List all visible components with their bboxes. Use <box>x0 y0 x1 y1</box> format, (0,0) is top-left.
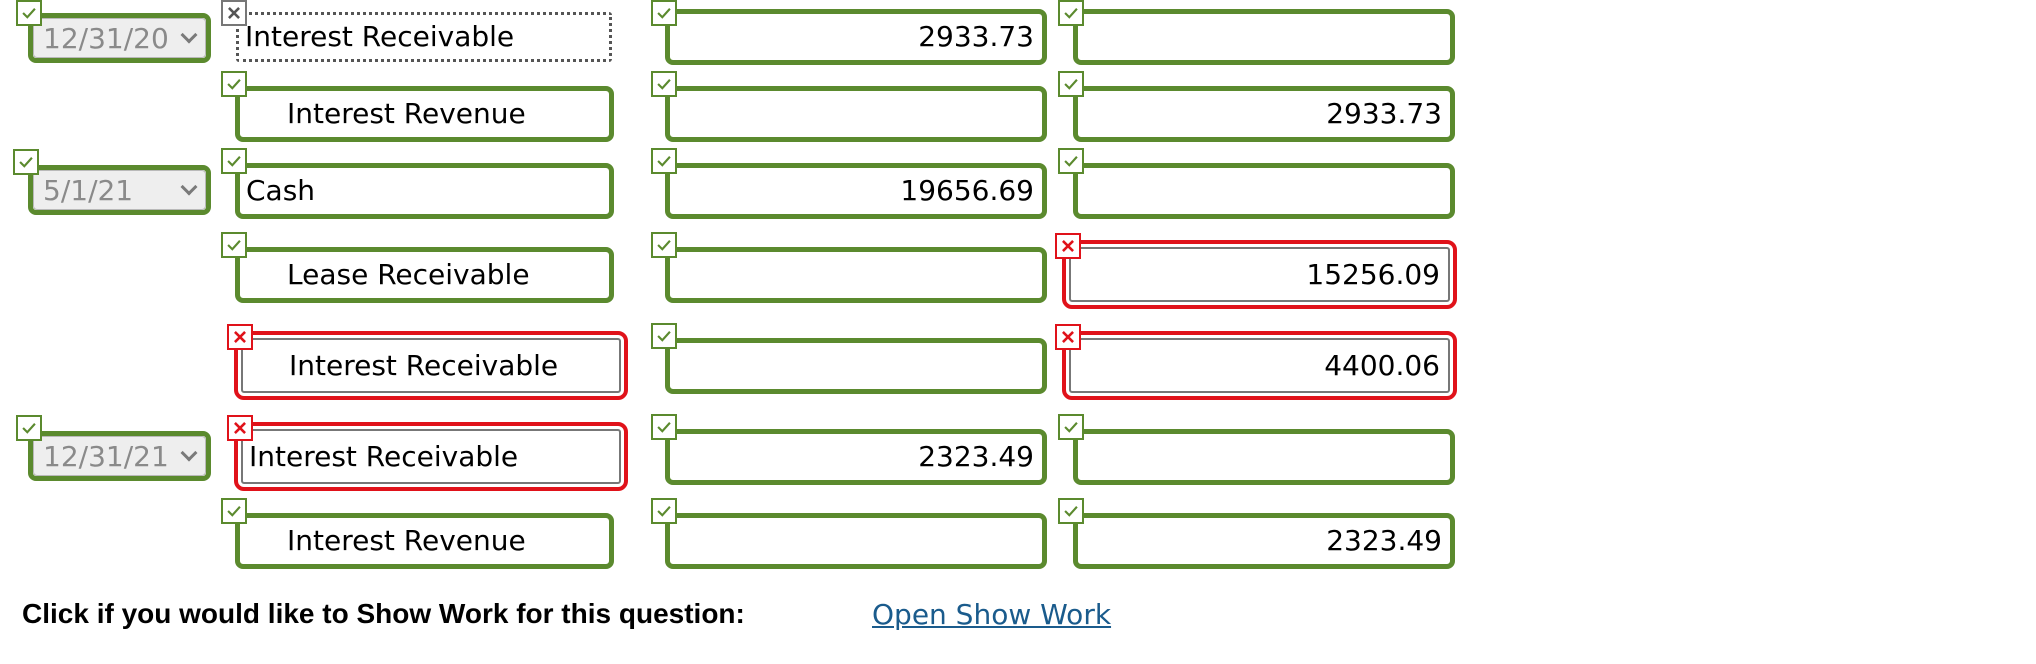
account-input[interactable]: Interest Receivable <box>234 422 628 491</box>
check-icon <box>651 414 677 440</box>
check-icon <box>221 232 247 258</box>
check-icon <box>221 148 247 174</box>
x-icon <box>227 324 253 350</box>
open-show-work-link[interactable]: Open Show Work <box>872 598 1111 631</box>
credit-input[interactable] <box>1073 163 1455 219</box>
check-icon <box>1058 71 1084 97</box>
date-value: 5/1/21 <box>43 173 134 207</box>
account-value: Lease Receivable <box>287 258 530 291</box>
credit-value: 2323.49 <box>1326 524 1442 557</box>
account-input[interactable]: Interest Receivable <box>236 12 612 62</box>
check-icon <box>1058 0 1084 26</box>
account-input[interactable]: Lease Receivable <box>235 247 614 303</box>
credit-input[interactable] <box>1073 9 1455 65</box>
account-value: Interest Receivable <box>289 348 559 382</box>
check-icon <box>13 149 39 175</box>
account-value: Interest Revenue <box>287 97 526 130</box>
x-icon <box>227 415 253 441</box>
credit-value: 15256.09 <box>1306 257 1440 291</box>
check-icon <box>651 498 677 524</box>
account-input[interactable]: Cash <box>235 163 614 219</box>
credit-value: 2933.73 <box>1326 97 1442 130</box>
x-icon <box>1055 233 1081 259</box>
debit-input[interactable] <box>665 513 1047 569</box>
debit-value: 2933.73 <box>918 20 1034 53</box>
check-icon <box>651 71 677 97</box>
account-input[interactable]: Interest Revenue <box>235 86 614 142</box>
credit-input[interactable]: 2933.73 <box>1073 86 1455 142</box>
credit-input[interactable]: 4400.06 <box>1062 331 1457 400</box>
debit-input[interactable]: 2323.49 <box>665 429 1047 485</box>
credit-input[interactable]: 15256.09 <box>1062 240 1457 309</box>
account-value: Interest Receivable <box>245 20 515 53</box>
chevron-down-icon <box>180 444 198 462</box>
date-value: 12/31/21 <box>43 439 169 473</box>
check-icon <box>16 0 42 26</box>
x-icon <box>1055 324 1081 350</box>
debit-input[interactable]: 19656.69 <box>665 163 1047 219</box>
date-select[interactable]: 5/1/21 <box>28 165 211 215</box>
debit-input[interactable] <box>665 86 1047 142</box>
date-value: 12/31/20 <box>43 21 169 55</box>
debit-input[interactable] <box>665 247 1047 303</box>
chevron-down-icon <box>180 178 198 196</box>
check-icon <box>221 71 247 97</box>
account-value: Interest Revenue <box>287 524 526 557</box>
show-work-prompt: Click if you would like to Show Work for… <box>22 598 745 629</box>
check-icon <box>1058 148 1084 174</box>
check-icon <box>1058 498 1084 524</box>
account-input[interactable]: Interest Revenue <box>235 513 614 569</box>
check-icon <box>651 148 677 174</box>
check-icon <box>651 323 677 349</box>
chevron-down-icon <box>180 26 198 44</box>
account-value: Interest Receivable <box>249 439 519 473</box>
x-icon <box>221 0 247 26</box>
credit-input[interactable]: 2323.49 <box>1073 513 1455 569</box>
check-icon <box>651 0 677 26</box>
account-value: Cash <box>246 174 316 207</box>
date-select[interactable]: 12/31/20 <box>28 13 211 63</box>
debit-value: 2323.49 <box>918 440 1034 473</box>
check-icon <box>1058 414 1084 440</box>
check-icon <box>651 232 677 258</box>
check-icon <box>221 498 247 524</box>
credit-input[interactable] <box>1073 429 1455 485</box>
check-icon <box>16 415 42 441</box>
debit-input[interactable] <box>665 338 1047 394</box>
account-input[interactable]: Interest Receivable <box>234 331 628 400</box>
debit-input[interactable]: 2933.73 <box>665 9 1047 65</box>
date-select[interactable]: 12/31/21 <box>28 431 211 481</box>
debit-value: 19656.69 <box>900 174 1034 207</box>
credit-value: 4400.06 <box>1324 348 1440 382</box>
